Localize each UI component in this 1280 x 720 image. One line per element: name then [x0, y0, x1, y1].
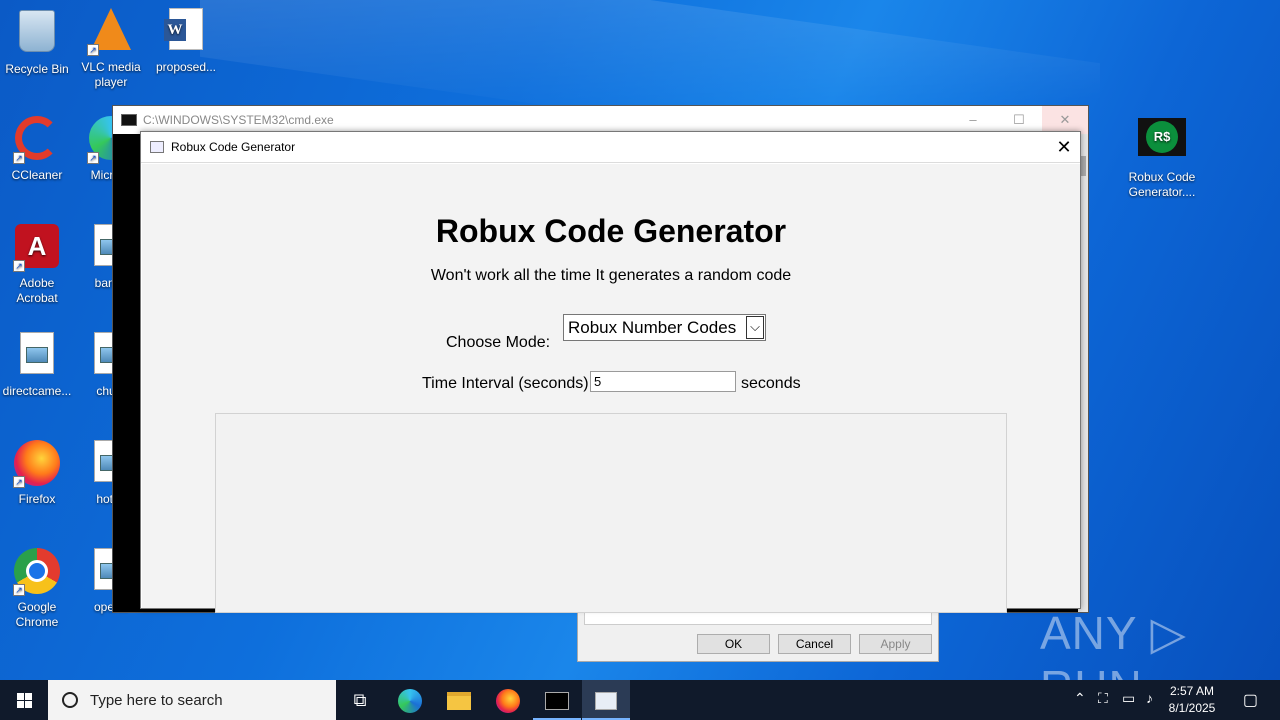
desktop-icon-google-chrome[interactable]: ↗ Google Chrome — [0, 542, 74, 630]
network-icon[interactable]: ▭ — [1122, 690, 1135, 707]
mode-select[interactable]: Robux Number Codes ⌵ — [563, 314, 766, 341]
image-file-icon — [20, 332, 54, 374]
volume-icon[interactable]: ♪ — [1146, 690, 1153, 706]
desktop: Recycle Bin ↗ CCleaner A ↗ Adobe Acrobat … — [0, 0, 1280, 680]
search-placeholder: Type here to search — [90, 691, 223, 709]
clock[interactable]: 2:57 AM 8/1/2025 — [1166, 683, 1218, 717]
desktop-icon-label: Adobe Acrobat — [16, 276, 58, 305]
page-subtitle: Won't work all the time It generates a r… — [430, 267, 792, 284]
anyrun-watermark: ANY ▷ RUN — [1040, 607, 1187, 680]
shortcut-arrow-icon: ↗ — [13, 152, 25, 164]
desktop-icon-label: directcame... — [2, 384, 72, 398]
cmd-title: C:\WINDOWS\SYSTEM32\cmd.exe — [143, 113, 334, 127]
desktop-icon-label: Google Chrome — [15, 600, 59, 629]
app-window-icon — [150, 141, 164, 153]
close-button[interactable]: ✕ — [1042, 106, 1088, 134]
desktop-icon-label: proposed... — [155, 60, 217, 74]
taskbar-search[interactable]: Type here to search — [48, 680, 336, 720]
desktop-icon-label: Robux Code Generator.... — [1128, 170, 1196, 199]
robux-app-icon: R$ — [1138, 118, 1186, 156]
taskbar-robux-app-icon[interactable] — [582, 680, 630, 720]
word-document-icon: W — [164, 8, 203, 50]
taskbar-edge-icon[interactable] — [386, 680, 434, 720]
desktop-icon-firefox[interactable]: ↗ Firefox — [0, 434, 74, 507]
shortcut-arrow-icon: ↗ — [87, 44, 99, 56]
desktop-icon-directcame[interactable]: directcame... — [0, 326, 74, 399]
interval-input[interactable]: 5 — [590, 371, 736, 392]
windows-logo-icon — [17, 693, 24, 700]
chevron-down-icon[interactable]: ⌵ — [746, 316, 764, 339]
shortcut-arrow-icon: ↗ — [13, 260, 25, 272]
notification-icon[interactable]: ▢ — [1243, 690, 1258, 710]
interval-unit: seconds — [741, 375, 801, 392]
search-icon — [62, 692, 78, 708]
app-body: Robux Code Generator Won't work all the … — [142, 164, 1080, 613]
cmd-titlebar[interactable]: C:\WINDOWS\SYSTEM32\cmd.exe – ☐ ✕ — [113, 106, 1088, 134]
taskbar-firefox-icon[interactable] — [484, 680, 532, 720]
page-title: Robux Code Generator — [435, 213, 787, 249]
ok-button[interactable]: OK — [697, 634, 770, 654]
cmd-icon — [121, 114, 137, 126]
device-icon[interactable]: ⛶ — [1098, 690, 1108, 707]
desktop-icon-recycle-bin[interactable]: Recycle Bin — [0, 2, 74, 77]
shortcut-arrow-icon: ↗ — [13, 476, 25, 488]
background-dialog: OK Cancel Apply — [577, 608, 939, 662]
cancel-button[interactable]: Cancel — [778, 634, 851, 654]
file-explorer-icon[interactable] — [435, 680, 483, 720]
taskbar-cmd-icon[interactable] — [533, 680, 581, 720]
apply-button[interactable]: Apply — [859, 634, 932, 654]
mode-select-value: Robux Number Codes — [568, 318, 737, 337]
app-close-button[interactable]: ✕ — [1048, 132, 1080, 163]
taskbar: Type here to search ⧉ ⌃ ⛶ ▭ ♪ 2:57 AM 8/… — [0, 680, 1280, 720]
recycle-bin-icon — [19, 10, 55, 52]
desktop-icon-label: Recycle Bin — [5, 62, 69, 76]
shortcut-arrow-icon: ↗ — [87, 152, 99, 164]
desktop-icon-label: VLC media player — [81, 60, 141, 89]
desktop-icon-proposed[interactable]: W proposed... — [149, 2, 223, 75]
task-view-icon[interactable]: ⧉ — [336, 680, 384, 720]
desktop-icon-ccleaner[interactable]: ↗ CCleaner — [0, 110, 74, 183]
system-tray: ⌃ ⛶ ▭ ♪ 2:57 AM 8/1/2025 ▢ — [1060, 680, 1280, 720]
desktop-icon-label: Firefox — [18, 492, 56, 506]
desktop-icon-adobe-acrobat[interactable]: A ↗ Adobe Acrobat — [0, 218, 74, 306]
app-title: Robux Code Generator — [171, 140, 296, 154]
start-button[interactable] — [0, 680, 48, 720]
dialog-field — [584, 611, 932, 625]
clock-time: 2:57 AM — [1169, 684, 1215, 698]
chevron-up-icon[interactable]: ⌃ — [1074, 690, 1086, 707]
interval-label: Time Interval (seconds): — [422, 375, 594, 392]
mode-label: Choose Mode: — [446, 334, 551, 351]
desktop-icon-robux-code-generator[interactable]: R$ Robux Code Generator.... — [1124, 110, 1200, 200]
output-area[interactable] — [215, 413, 1007, 613]
shortcut-arrow-icon: ↗ — [13, 584, 25, 596]
desktop-icon-vlc[interactable]: ↗ VLC media player — [74, 2, 148, 90]
desktop-icon-label: CCleaner — [11, 168, 63, 182]
maximize-button[interactable]: ☐ — [996, 106, 1042, 134]
clock-date: 8/1/2025 — [1168, 701, 1216, 715]
robux-generator-window[interactable]: Robux Code Generator ✕ Robux Code Genera… — [140, 131, 1081, 613]
minimize-button[interactable]: – — [950, 106, 996, 134]
app-titlebar[interactable]: Robux Code Generator — [141, 132, 1080, 163]
